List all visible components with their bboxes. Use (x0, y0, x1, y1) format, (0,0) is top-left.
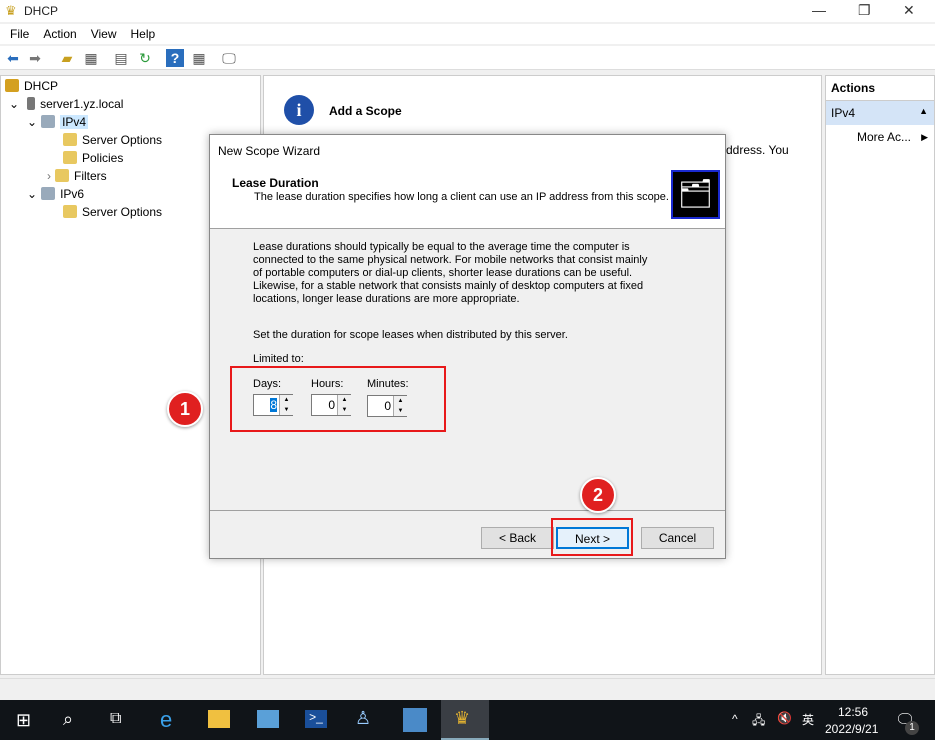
status-bar (0, 678, 935, 700)
maximize-button[interactable]: ❐ (858, 2, 871, 19)
folders-icon: 🗂 (671, 170, 720, 219)
server-icon (27, 97, 36, 110)
toolbar: ⬅ ➡ ▰ ▦ ▤ ↻ ? ▦ 🖵 (0, 46, 935, 70)
ime-indicator[interactable]: 英 (802, 711, 814, 728)
callout-2: 2 (580, 477, 616, 513)
policies-icon (63, 151, 77, 164)
actions-section-ipv4[interactable]: IPv4 ▲ (826, 101, 934, 125)
forward-arrow-icon[interactable]: ➡ (26, 49, 44, 67)
tree-item-server-options[interactable]: Server Options (63, 133, 162, 147)
dialog-title: New Scope Wizard (218, 144, 321, 158)
network-warning-icon[interactable]: 🖧 (752, 711, 765, 732)
chevron-down-icon[interactable]: ⌄ (9, 97, 19, 111)
close-button[interactable]: ✕ (903, 2, 915, 19)
show-hide-tree-icon[interactable]: ▦ (82, 49, 100, 67)
menu-help[interactable]: Help (131, 27, 156, 41)
tree-item-dhcp[interactable]: DHCP (5, 79, 58, 93)
callout-1: 1 (167, 391, 203, 427)
menu-view[interactable]: View (91, 27, 117, 41)
server-options-icon (63, 133, 77, 146)
chevron-right-icon[interactable]: › (47, 169, 51, 183)
actions-title: Actions (826, 76, 934, 101)
info-icon: i (284, 95, 314, 125)
dhcp-icon: ♛ (454, 708, 471, 728)
more-actions-item[interactable]: More Ac... ▶ (826, 125, 934, 144)
ipv6-icon (41, 187, 56, 200)
collapse-arrow-icon[interactable]: ▲ (919, 106, 928, 116)
set-duration-text: Set the duration for scope leases when d… (253, 329, 568, 341)
page-title: Lease Duration (232, 176, 319, 190)
limited-to-label: Limited to: (253, 353, 304, 365)
tree-item-server[interactable]: ⌄ server1.yz.local (9, 97, 123, 111)
highlight-next-button (551, 518, 633, 556)
description-text: Lease durations should typically be equa… (253, 241, 648, 305)
page-subtitle: The lease duration specifies how long a … (254, 191, 669, 203)
dhcp-taskbar-button[interactable]: ♛ (441, 700, 489, 740)
properties-icon[interactable]: ▤ (112, 49, 130, 67)
internet-explorer-icon[interactable]: e (160, 707, 172, 733)
dhcp-app-icon: ♛ (5, 3, 17, 18)
task-view-icon[interactable]: ⧉ (110, 710, 121, 728)
chevron-down-icon[interactable]: ⌄ (27, 115, 37, 129)
window-title: DHCP (24, 4, 59, 18)
dhcp-icon (5, 79, 19, 92)
clock-date[interactable]: 2022/9/21 (825, 722, 878, 736)
separator (210, 510, 725, 511)
new-scope-wizard-dialog: New Scope Wizard Lease Duration The leas… (209, 134, 726, 559)
server-options-icon (63, 205, 77, 218)
volume-muted-icon[interactable]: 🔇 (777, 711, 792, 725)
title-bar: ♛ DHCP — ❐ ✕ (0, 0, 935, 22)
refresh-icon[interactable]: ↻ (136, 49, 154, 67)
powershell-icon[interactable]: >_ (305, 710, 327, 728)
action-pane-icon[interactable]: ▦ (190, 49, 208, 67)
clock-time[interactable]: 12:56 (838, 705, 868, 719)
taskbar: ⊞ ⌕ ⧉ e >_ ♙ ♛ ^ 🖧 🔇 英 12:56 2022/9/21 🗨… (0, 700, 935, 740)
start-windows-icon[interactable]: ⊞ (16, 710, 31, 731)
back-button[interactable]: < Back (481, 527, 554, 549)
submenu-arrow-icon: ▶ (921, 132, 928, 142)
tree-item-filters[interactable]: › Filters (47, 169, 107, 183)
wizard-header: New Scope Wizard Lease Duration The leas… (210, 135, 725, 229)
up-folder-icon[interactable]: ▰ (58, 49, 76, 67)
menu-action[interactable]: Action (43, 27, 76, 41)
cancel-button[interactable]: Cancel (641, 527, 714, 549)
back-arrow-icon[interactable]: ⬅ (4, 49, 22, 67)
chevron-down-icon[interactable]: ⌄ (27, 187, 37, 201)
menu-file[interactable]: File (10, 27, 29, 41)
network-tool-icon[interactable]: ♙ (355, 708, 371, 729)
file-explorer-icon[interactable] (208, 710, 230, 728)
tree-item-policies[interactable]: Policies (63, 151, 123, 165)
search-icon[interactable]: ⌕ (63, 709, 73, 730)
tree-item-ipv6-server-options[interactable]: Server Options (63, 205, 162, 219)
add-scope-heading: Add a Scope (329, 104, 402, 118)
admin-tools-icon[interactable] (403, 708, 427, 732)
help-icon[interactable]: ? (166, 49, 184, 67)
minimize-button[interactable]: — (812, 2, 826, 18)
tree-item-ipv6[interactable]: ⌄ IPv6 (27, 187, 84, 201)
ipv4-icon (41, 115, 56, 128)
actions-pane: Actions IPv4 ▲ More Ac... ▶ (825, 75, 935, 675)
tray-chevron-up-icon[interactable]: ^ (732, 712, 738, 726)
server-manager-icon[interactable] (257, 710, 279, 728)
filters-icon (55, 169, 69, 182)
highlight-duration-fields (230, 366, 446, 432)
menu-bar: File Action View Help (0, 24, 935, 44)
monitor-icon[interactable]: 🖵 (220, 49, 238, 67)
tree-item-ipv4[interactable]: ⌄ IPv4 (27, 115, 89, 129)
notification-count-badge: 1 (905, 721, 919, 735)
info-text: ddress. You (726, 143, 789, 157)
